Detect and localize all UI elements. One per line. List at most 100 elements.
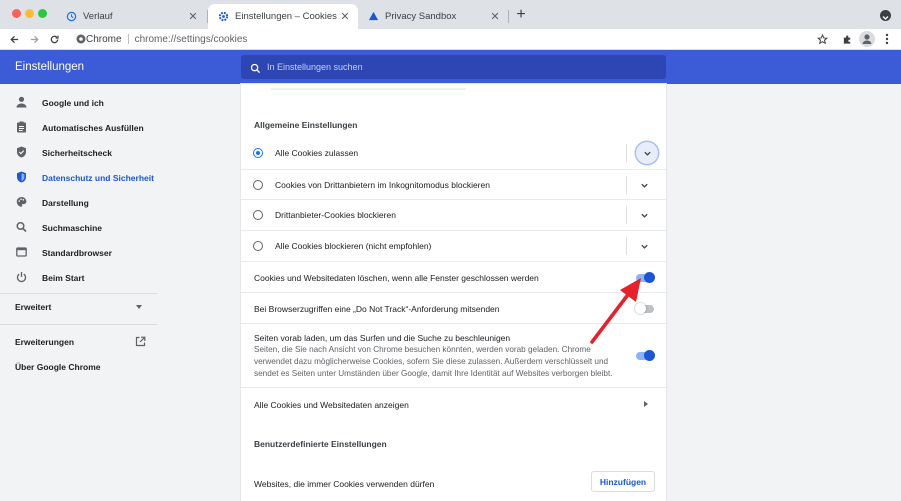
- sidebar-item-label: Automatisches Ausfüllen: [42, 122, 144, 133]
- sidebar-item-default-browser[interactable]: Standardbrowser: [0, 240, 157, 265]
- sidebar-item-label: Beim Start: [42, 272, 85, 283]
- clear-on-exit-label: Cookies und Websitedaten löschen, wenn a…: [254, 273, 539, 283]
- sidebar-item-label: Erweiterungen: [15, 337, 75, 347]
- radio-allow-all-cookies[interactable]: Alle Cookies zulassen: [241, 138, 666, 168]
- chevron-down-icon: [643, 151, 651, 156]
- sidebar-item-label: Erweitert: [15, 302, 52, 312]
- custom-settings-title: Benutzerdefinierte Einstellungen: [254, 439, 387, 449]
- extensions-puzzle-icon[interactable]: [840, 32, 854, 46]
- clipboard-icon: [16, 121, 27, 133]
- expand-button[interactable]: [636, 142, 658, 164]
- tab-title: Einstellungen – Cookies und and: [235, 11, 338, 22]
- preload-description-line1: Seiten, die Sie nach Ansicht von Chrome …: [254, 345, 591, 354]
- shield-lock-icon: [16, 171, 27, 183]
- preload-toggle[interactable]: [636, 350, 655, 361]
- row-divider: [626, 176, 627, 194]
- sidebar-item-privacy[interactable]: Datenschutz und Sicherheit: [0, 165, 157, 190]
- external-link-icon: [135, 336, 146, 349]
- chevron-down-icon: [640, 213, 648, 218]
- tab-privacy-sandbox[interactable]: Privacy Sandbox ✕: [358, 4, 508, 29]
- close-window-button[interactable]: [12, 9, 21, 18]
- tab-history[interactable]: Verlauf ✕: [56, 4, 206, 29]
- reload-button[interactable]: [47, 32, 61, 46]
- radio-block-third-party[interactable]: Drittanbieter-Cookies blockieren: [241, 199, 666, 229]
- maximize-window-button[interactable]: [38, 9, 47, 18]
- minimize-window-button[interactable]: [25, 9, 34, 18]
- chrome-logo-icon: [74, 32, 88, 46]
- expand-button[interactable]: [637, 208, 651, 222]
- sidebar-divider: [0, 293, 157, 294]
- allow-cookies-label: Websites, die immer Cookies verwenden dü…: [254, 479, 435, 489]
- do-not-track-row: Bei Browserzugriffen eine „Do Not Track“…: [241, 292, 666, 323]
- preload-row: Seiten vorab laden, um das Surfen und di…: [241, 323, 666, 387]
- clear-on-exit-toggle[interactable]: [636, 272, 655, 283]
- more-menu-icon[interactable]: [880, 32, 894, 46]
- search-icon: [16, 221, 27, 233]
- close-tab-icon[interactable]: ✕: [186, 10, 200, 23]
- sidebar-item-label: Google und ich: [42, 97, 104, 108]
- do-not-track-toggle[interactable]: [635, 303, 654, 314]
- expand-button[interactable]: [637, 239, 651, 253]
- toggle-knob: [635, 303, 646, 314]
- sidebar-item-google[interactable]: Google und ich: [0, 90, 157, 115]
- close-tab-icon[interactable]: ✕: [338, 10, 352, 23]
- close-tab-icon[interactable]: ✕: [488, 10, 502, 23]
- sidebar-item-label: Darstellung: [42, 197, 89, 208]
- radio-label: Alle Cookies blockieren (nicht empfohlen…: [275, 241, 432, 251]
- radio-button[interactable]: [253, 180, 263, 190]
- bookmark-star-icon[interactable]: [815, 32, 829, 46]
- all-cookies-link-label: Alle Cookies und Websitedaten anzeigen: [254, 400, 409, 410]
- shield-icon: [16, 146, 27, 158]
- tab-divider: [508, 10, 509, 23]
- all-cookies-link-row[interactable]: Alle Cookies und Websitedaten anzeigen: [241, 387, 666, 419]
- sidebar-item-search-engine[interactable]: Suchmaschine: [0, 215, 157, 240]
- toggle-knob: [644, 350, 655, 361]
- browser-icon: [16, 246, 27, 258]
- omnibox-chip: Chrome: [86, 33, 122, 45]
- profile-avatar[interactable]: [859, 31, 875, 47]
- sidebar-item-label: Sicherheitscheck: [42, 147, 112, 158]
- sidebar-item-label: Suchmaschine: [42, 222, 102, 233]
- radio-block-third-party-incognito[interactable]: Cookies von Drittanbietern im Inkognitom…: [241, 169, 666, 199]
- sidebar-item-appearance[interactable]: Darstellung: [0, 190, 157, 215]
- row-divider: [626, 237, 627, 255]
- page-title: Einstellungen: [15, 61, 85, 73]
- radio-button[interactable]: [253, 148, 263, 158]
- address-bar[interactable]: Chrome chrome://settings/cookies: [68, 30, 838, 48]
- back-button[interactable]: [7, 32, 21, 46]
- search-input[interactable]: [267, 55, 657, 79]
- chevron-down-icon: [136, 305, 142, 309]
- sidebar-item-safety-check[interactable]: Sicherheitscheck: [0, 140, 157, 165]
- add-site-button[interactable]: Hinzufügen: [591, 471, 655, 492]
- sidebar-item-about[interactable]: Über Google Chrome: [15, 362, 100, 372]
- sidebar-item-autofill[interactable]: Automatisches Ausfüllen: [0, 115, 157, 140]
- card-top-edge: [271, 88, 466, 90]
- privacy-sandbox-icon: [368, 11, 379, 22]
- forward-button[interactable]: [27, 32, 41, 46]
- sidebar-item-extensions[interactable]: Erweiterungen: [15, 336, 147, 349]
- general-settings-title: Allgemeine Einstellungen: [254, 120, 358, 130]
- row-divider: [626, 206, 627, 224]
- chevron-down-icon: [640, 183, 648, 188]
- sidebar-item-on-startup[interactable]: Beim Start: [0, 265, 157, 290]
- history-icon: [66, 11, 77, 22]
- preload-description-line2: verwendet dazu möglicherweise Cookies, s…: [254, 357, 609, 366]
- radio-block-all-cookies[interactable]: Alle Cookies blockieren (nicht empfohlen…: [241, 230, 666, 260]
- cookies-settings-card: Allgemeine Einstellungen Alle Cookies zu…: [241, 84, 666, 501]
- sidebar-advanced-toggle[interactable]: Erweitert: [15, 302, 145, 312]
- sidebar-divider: [0, 324, 157, 325]
- chevron-right-icon: [644, 401, 648, 407]
- person-icon: [16, 96, 27, 108]
- settings-header: Einstellungen: [0, 50, 901, 84]
- tab-settings[interactable]: Einstellungen – Cookies und and ✕: [208, 4, 358, 29]
- sidebar-item-label: Datenschutz und Sicherheit: [42, 172, 154, 183]
- expand-button[interactable]: [637, 178, 651, 192]
- radio-button[interactable]: [253, 241, 263, 251]
- preload-description-line3: sendet es Seiten unter Umständen über Go…: [254, 369, 613, 378]
- radio-button[interactable]: [253, 210, 263, 220]
- tab-search-button[interactable]: [880, 10, 891, 21]
- omnibox-url[interactable]: chrome://settings/cookies: [135, 34, 248, 45]
- preload-title: Seiten vorab laden, um das Surfen und di…: [254, 333, 511, 343]
- new-tab-button[interactable]: +: [512, 7, 530, 23]
- settings-search: [241, 55, 666, 79]
